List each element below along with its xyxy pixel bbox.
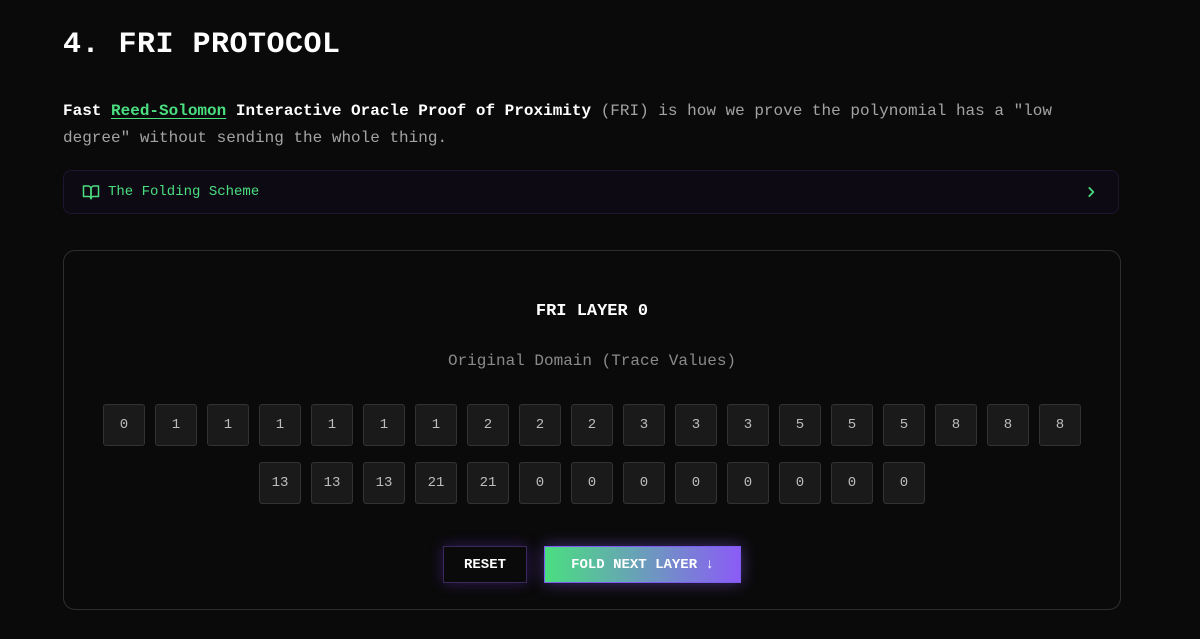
- value-cell: 1: [155, 404, 197, 446]
- reset-button[interactable]: RESET: [443, 546, 527, 583]
- cells-row-1: 0 1 1 1 1 1 1 2 2 2 3 3 3 5 5 5 8 8 8: [101, 404, 1083, 446]
- intro-iopp: Interactive Oracle Proof of Proximity: [226, 102, 592, 120]
- value-cell: 5: [883, 404, 925, 446]
- value-cell: 3: [727, 404, 769, 446]
- value-cell: 0: [623, 462, 665, 504]
- value-cell: 3: [675, 404, 717, 446]
- value-cell: 2: [467, 404, 509, 446]
- value-cell: 21: [467, 462, 509, 504]
- section-title: 4. FRI PROTOCOL: [63, 28, 341, 62]
- value-cell: 0: [779, 462, 821, 504]
- value-cell: 0: [675, 462, 717, 504]
- fold-next-layer-button[interactable]: FOLD NEXT LAYER ↓: [544, 546, 741, 583]
- value-cell: 0: [727, 462, 769, 504]
- page: 4. FRI PROTOCOL Fast Reed-Solomon Intera…: [0, 0, 1200, 639]
- value-cell: 13: [363, 462, 405, 504]
- intro-fast: Fast: [63, 102, 112, 120]
- value-cell: 0: [831, 462, 873, 504]
- value-cell: 1: [415, 404, 457, 446]
- value-cell: 1: [311, 404, 353, 446]
- intro-paragraph: Fast Reed-Solomon Interactive Oracle Pro…: [63, 98, 1123, 152]
- reed-solomon-link[interactable]: Reed-Solomon: [111, 102, 226, 120]
- value-cell: 8: [1039, 404, 1081, 446]
- value-cell: 13: [311, 462, 353, 504]
- book-icon: [82, 183, 100, 201]
- accordion-label: The Folding Scheme: [108, 184, 260, 200]
- value-cell: 0: [571, 462, 613, 504]
- value-cell: 1: [259, 404, 301, 446]
- folding-scheme-accordion[interactable]: The Folding Scheme: [63, 170, 1119, 214]
- value-cell: 2: [571, 404, 613, 446]
- chevron-right-icon: [1084, 185, 1098, 199]
- value-cell: 8: [935, 404, 977, 446]
- layer-title: FRI LAYER 0: [535, 302, 649, 321]
- cells-row-2: 13 13 13 21 21 0 0 0 0 0 0 0 0: [101, 462, 1083, 504]
- layer-subtitle: Original Domain (Trace Values): [447, 352, 737, 370]
- value-cell: 5: [831, 404, 873, 446]
- value-cell: 5: [779, 404, 821, 446]
- value-cell: 1: [363, 404, 405, 446]
- value-cell: 1: [207, 404, 249, 446]
- value-cell: 0: [103, 404, 145, 446]
- value-cell: 0: [519, 462, 561, 504]
- value-cell: 13: [259, 462, 301, 504]
- value-cell: 21: [415, 462, 457, 504]
- value-cell: 2: [519, 404, 561, 446]
- value-cell: 3: [623, 404, 665, 446]
- value-cell: 0: [883, 462, 925, 504]
- value-cell: 8: [987, 404, 1029, 446]
